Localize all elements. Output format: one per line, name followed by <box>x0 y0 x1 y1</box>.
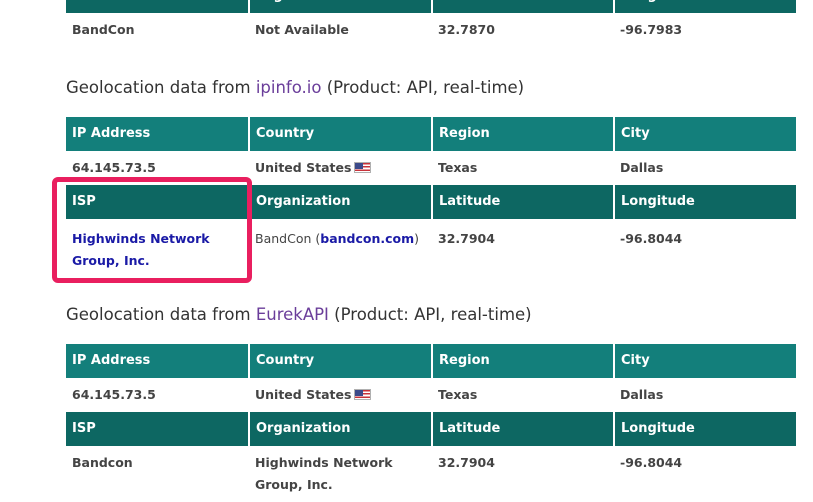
header-longitude: Longitude <box>614 0 796 13</box>
section-heading-ipinfo: Geolocation data from ipinfo.io (Product… <box>66 78 524 97</box>
longitude-value: -96.8044 <box>620 455 683 470</box>
header-isp: ISP <box>66 412 250 446</box>
longitude-value: -96.8044 <box>620 231 683 246</box>
eurekapi-link[interactable]: EurekAPI <box>256 305 329 324</box>
highlight-box <box>52 177 252 283</box>
us-flag-icon <box>354 389 372 400</box>
bandcon-link[interactable]: bandcon.com <box>320 231 414 246</box>
header-latitude: Latitude <box>432 412 615 446</box>
header-ip-address: IP Address <box>66 117 250 151</box>
ipinfo-link[interactable]: ipinfo.io <box>256 78 322 97</box>
table-row: 64.145.73.5 United States Texas Dallas <box>66 378 796 412</box>
header-latitude: Latitude <box>432 185 615 219</box>
header-isp: ISP <box>66 0 250 13</box>
city-value: Dallas <box>620 387 664 402</box>
region-value: Texas <box>438 387 478 402</box>
organization-cell: BandCon (bandcon.com) <box>249 219 432 287</box>
organization-value: Highwinds Network Group, Inc. <box>255 455 393 492</box>
header-country: Country <box>249 344 433 378</box>
section-heading-eurekapi: Geolocation data from EurekAPI (Product:… <box>66 305 532 324</box>
table-header-row: IP Address Country Region City <box>66 117 796 151</box>
ip-value: 64.145.73.5 <box>72 387 156 402</box>
region-value: Texas <box>438 160 478 175</box>
table-row: Bandcon Highwinds Network Group, Inc. 32… <box>66 446 796 502</box>
header-city: City <box>614 344 796 378</box>
geo-table-eurekapi: IP Address Country Region City 64.145.73… <box>66 344 796 502</box>
organization-value: Not Available <box>255 22 349 37</box>
table-header-row: ISP Organization Latitude Longitude <box>66 412 796 446</box>
country-value: United States <box>255 160 352 175</box>
country-cell: United States <box>249 151 432 185</box>
isp-value: BandCon <box>72 22 135 37</box>
latitude-value: 32.7904 <box>438 455 495 470</box>
country-value: United States <box>255 387 352 402</box>
city-value: Dallas <box>620 160 664 175</box>
header-region: Region <box>432 344 615 378</box>
header-longitude: Longitude <box>614 412 796 446</box>
header-organization: Organization <box>249 412 433 446</box>
us-flag-icon <box>354 162 372 173</box>
header-ip-address: IP Address <box>66 344 250 378</box>
heading-suffix: (Product: API, real-time) <box>321 78 525 97</box>
heading-prefix: Geolocation data from <box>66 305 256 324</box>
heading-suffix: (Product: API, real-time) <box>328 305 532 324</box>
header-country: Country <box>249 117 433 151</box>
heading-prefix: Geolocation data from <box>66 78 256 97</box>
table-header-row: IP Address Country Region City <box>66 344 796 378</box>
header-latitude: Latitude <box>432 0 615 13</box>
table-row: BandCon Not Available 32.7870 -96.7983 <box>66 13 796 47</box>
org-prefix: BandCon ( <box>255 231 321 246</box>
country-cell: United States <box>249 378 432 412</box>
header-city: City <box>614 117 796 151</box>
header-region: Region <box>432 117 615 151</box>
header-organization: Organization <box>249 185 433 219</box>
longitude-value: -96.7983 <box>620 22 683 37</box>
latitude-value: 32.7870 <box>438 22 495 37</box>
geo-table-previous: ISP Organization Latitude Longitude Band… <box>66 0 796 47</box>
header-organization: Organization <box>249 0 433 13</box>
header-longitude: Longitude <box>614 185 796 219</box>
isp-value: Bandcon <box>72 455 133 470</box>
latitude-value: 32.7904 <box>438 231 495 246</box>
org-suffix: ) <box>414 231 420 246</box>
table-header-row: ISP Organization Latitude Longitude <box>66 0 796 13</box>
